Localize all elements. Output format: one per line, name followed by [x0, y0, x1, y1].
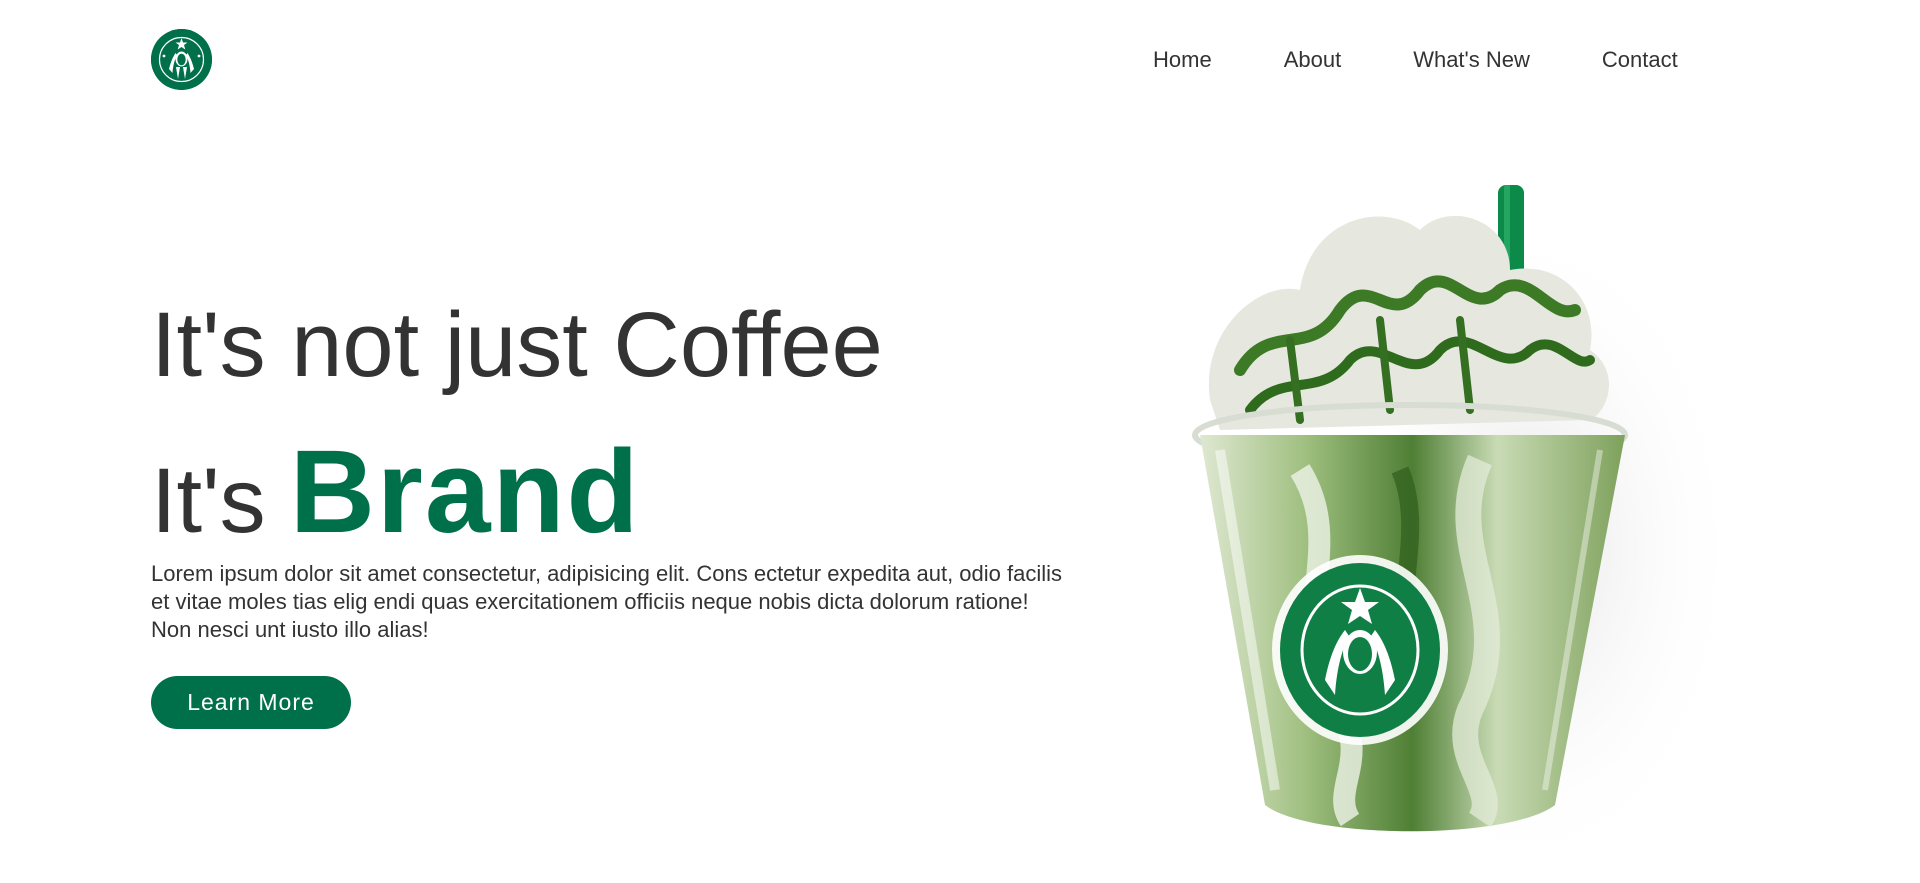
nav-whats-new-link[interactable]: What's New — [1413, 46, 1530, 74]
main-nav: Home About What's New Contact — [1153, 46, 1678, 74]
landing-page: Home About What's New Contact It's not j… — [0, 0, 1920, 883]
hero-headline-prefix: It's — [151, 450, 266, 552]
hero-headline-line1: It's not just Coffee — [151, 294, 883, 396]
nav-contact-link[interactable]: Contact — [1602, 46, 1678, 74]
hero-description: Lorem ipsum dolor sit amet consectetur, … — [151, 561, 1063, 642]
learn-more-button[interactable]: Learn More — [151, 676, 351, 729]
nav-home-link[interactable]: Home — [1153, 46, 1212, 74]
nav-about-link[interactable]: About — [1284, 46, 1342, 74]
matcha-frappuccino-cup-image — [1180, 170, 1720, 870]
hero-brand-word: Brand — [289, 426, 641, 558]
starbucks-logo-icon[interactable] — [151, 29, 212, 90]
